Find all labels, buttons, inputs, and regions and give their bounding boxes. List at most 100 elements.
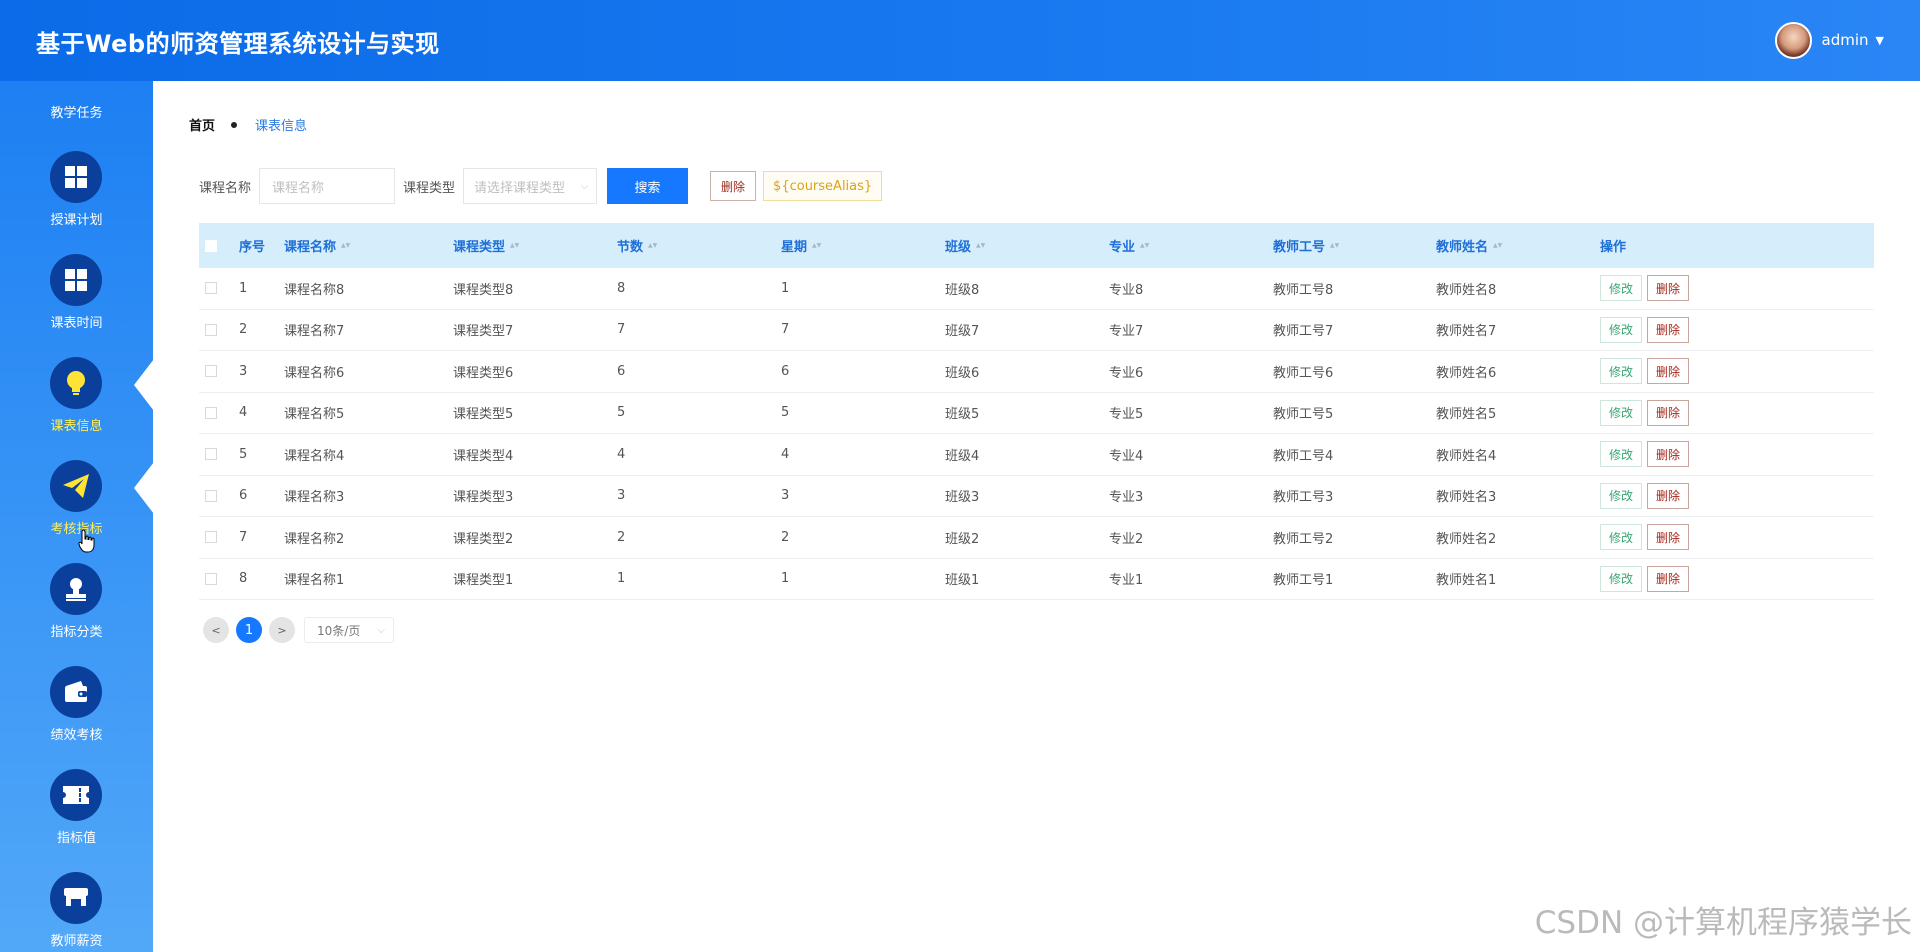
cell-teacher-name: 教师姓名8 xyxy=(1436,282,1497,298)
shop-icon xyxy=(50,872,102,924)
course-type-select[interactable]: 请选择课程类型 ⌵ xyxy=(463,168,598,204)
cell-ops: 修改 删除 xyxy=(1600,441,1800,468)
col-week[interactable]: 星期 ▲▼ xyxy=(781,236,945,255)
cell-class: 班级8 xyxy=(945,282,980,298)
row-checkbox[interactable] xyxy=(205,406,217,419)
row-checkbox[interactable] xyxy=(205,365,217,378)
col-section[interactable]: 节数 ▲▼ xyxy=(617,236,781,255)
grid-icon xyxy=(50,254,102,306)
sidebar-item-teaching-task[interactable]: 教学任务 xyxy=(0,102,153,121)
cell-section: 4 xyxy=(617,446,626,462)
sidebar-item-label: 授课计划 xyxy=(50,213,103,228)
edit-button[interactable]: 修改 xyxy=(1600,275,1643,302)
col-course-type[interactable]: 课程类型 ▲▼ xyxy=(453,236,617,255)
sort-icon[interactable]: ▲▼ xyxy=(341,243,350,249)
batch-delete-button[interactable]: 删除 xyxy=(710,171,757,201)
edit-button[interactable]: 修改 xyxy=(1600,524,1643,551)
main-content: 首页 课表信息 课程名称 课程名称 课程类型 请选择课程类型 ⌵ 搜索 删除 $… xyxy=(153,81,1920,952)
sort-icon[interactable]: ▲▼ xyxy=(510,243,519,249)
edit-button[interactable]: 修改 xyxy=(1600,358,1643,385)
col-class[interactable]: 班级 ▲▼ xyxy=(945,236,1109,255)
col-major[interactable]: 专业 ▲▼ xyxy=(1109,236,1273,255)
course-name-input[interactable]: 课程名称 xyxy=(259,168,396,204)
cell-major: 专业1 xyxy=(1109,573,1144,589)
select-all-checkbox[interactable] xyxy=(205,239,217,252)
sidebar-item-schedule-info[interactable]: 课表信息 xyxy=(0,357,153,460)
cell-week: 1 xyxy=(781,571,790,587)
user-menu[interactable]: admin ▼ xyxy=(1774,20,1884,60)
col-teacher-name[interactable]: 教师姓名 ▲▼ xyxy=(1436,236,1600,255)
sidebar-item-label: 绩效考核 xyxy=(50,728,103,743)
edit-button[interactable]: 修改 xyxy=(1600,316,1643,343)
cell-course-name: 课程名称1 xyxy=(284,573,345,589)
sidebar-item-teacher-salary[interactable]: 教师薪资 xyxy=(0,872,153,952)
course-alias-button[interactable]: ${courseAlias} xyxy=(763,171,883,201)
row-checkbox-cell xyxy=(199,531,239,544)
cell-major: 专业4 xyxy=(1109,448,1144,464)
prev-page-button[interactable]: < xyxy=(203,617,229,643)
delete-button[interactable]: 删除 xyxy=(1647,399,1690,426)
sidebar-item-index-category[interactable]: 指标分类 xyxy=(0,563,153,666)
col-course-name[interactable]: 课程名称 ▲▼ xyxy=(284,236,453,255)
grid-icon xyxy=(50,151,102,203)
cell-course-name: 课程名称7 xyxy=(284,324,345,340)
cell-week: 7 xyxy=(781,322,790,338)
course-name-label: 课程名称 xyxy=(199,180,252,196)
row-checkbox[interactable] xyxy=(205,489,217,502)
breadcrumb-home[interactable]: 首页 xyxy=(189,115,215,134)
edit-button[interactable]: 修改 xyxy=(1600,399,1643,426)
sort-icon[interactable]: ▲▼ xyxy=(1330,243,1339,249)
page-size-select[interactable]: 10条/页 ⌵ xyxy=(304,617,394,643)
username[interactable]: admin xyxy=(1822,31,1869,49)
sort-icon[interactable]: ▲▼ xyxy=(1140,243,1149,249)
delete-button[interactable]: 删除 xyxy=(1647,275,1690,302)
delete-button[interactable]: 删除 xyxy=(1647,482,1690,509)
edit-button[interactable]: 修改 xyxy=(1600,441,1643,468)
cell-teacher-name: 教师姓名1 xyxy=(1436,573,1497,589)
cell-course-name: 课程名称4 xyxy=(284,448,345,464)
sort-icon[interactable]: ▲▼ xyxy=(812,243,821,249)
sidebar-item-teaching-plan[interactable]: 授课计划 xyxy=(0,151,153,254)
cell-course-type: 课程类型4 xyxy=(453,448,514,464)
sidebar-item-label: 指标分类 xyxy=(50,625,103,640)
delete-button[interactable]: 删除 xyxy=(1647,524,1690,551)
sidebar-item-assessment-index[interactable]: 考核指标 xyxy=(0,460,153,563)
cell-teacher-no: 教师工号3 xyxy=(1273,490,1334,506)
cell-ops: 修改 删除 xyxy=(1600,524,1800,551)
edit-button[interactable]: 修改 xyxy=(1600,482,1643,509)
sort-icon[interactable]: ▲▼ xyxy=(1493,243,1502,249)
sidebar-item-index-value[interactable]: 指标值 xyxy=(0,769,153,872)
row-checkbox[interactable] xyxy=(205,572,217,585)
cell-no: 4 xyxy=(239,405,248,421)
sidebar-item-schedule-time[interactable]: 课表时间 xyxy=(0,254,153,357)
edit-button[interactable]: 修改 xyxy=(1600,565,1643,592)
cell-major: 专业2 xyxy=(1109,531,1144,547)
next-page-button[interactable]: > xyxy=(269,617,295,643)
row-checkbox[interactable] xyxy=(205,323,217,336)
search-button[interactable]: 搜索 xyxy=(607,168,689,204)
delete-button[interactable]: 删除 xyxy=(1647,358,1690,385)
delete-button[interactable]: 删除 xyxy=(1647,316,1690,343)
page-number-button[interactable]: 1 xyxy=(236,617,262,643)
sort-icon[interactable]: ▲▼ xyxy=(648,243,657,249)
sort-icon[interactable]: ▲▼ xyxy=(976,243,985,249)
cell-teacher-no: 教师工号6 xyxy=(1273,365,1334,381)
cell-teacher-no: 教师工号1 xyxy=(1273,573,1334,589)
sidebar: 教学任务 授课计划 课表时间 课表信息 考核指标 指标分类 绩效考核 指标值 教… xyxy=(0,81,153,952)
delete-button[interactable]: 删除 xyxy=(1647,441,1690,468)
row-checkbox[interactable] xyxy=(205,531,217,544)
avatar[interactable] xyxy=(1774,21,1812,59)
cell-class: 班级5 xyxy=(945,407,980,423)
row-checkbox[interactable] xyxy=(205,448,217,461)
cell-class: 班级2 xyxy=(945,531,980,547)
sidebar-item-performance[interactable]: 绩效考核 xyxy=(0,666,153,769)
caret-down-icon[interactable]: ▼ xyxy=(1876,34,1884,47)
row-checkbox[interactable] xyxy=(205,282,217,295)
table-row: 7 课程名称2 课程类型2 2 2 班级2 专业2 教师工号2 教师姓名2 修改 删除 xyxy=(199,517,1874,559)
delete-button[interactable]: 删除 xyxy=(1647,565,1690,592)
hover-indicator xyxy=(134,462,153,514)
cell-week: 5 xyxy=(781,405,790,421)
col-no: 序号 xyxy=(239,240,266,255)
chevron-down-icon: ⌵ xyxy=(580,180,589,192)
col-teacher-no[interactable]: 教师工号 ▲▼ xyxy=(1273,236,1436,255)
